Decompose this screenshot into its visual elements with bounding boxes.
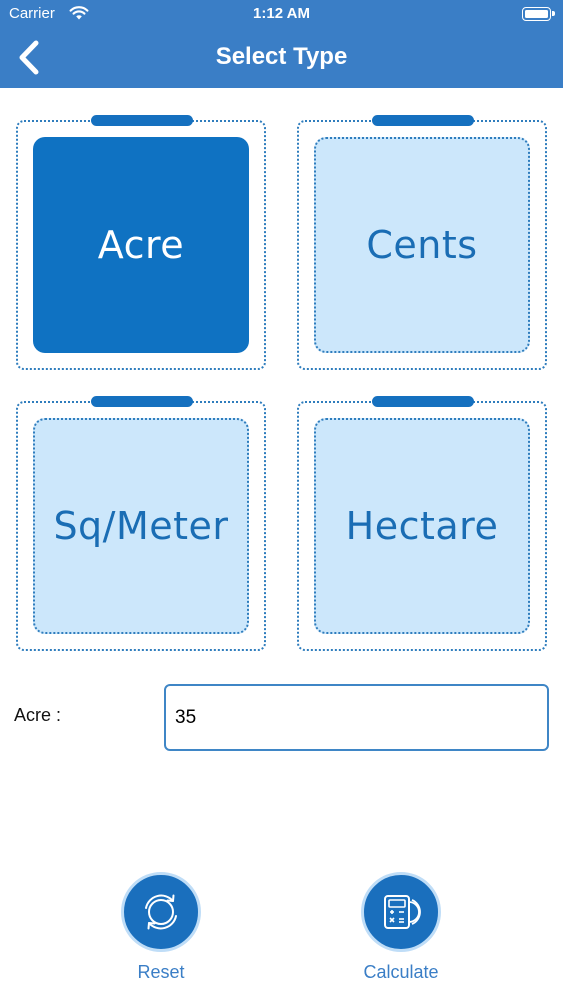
area-value-input[interactable] — [164, 684, 549, 751]
header: Carrier 1:12 AM Select Type — [0, 0, 563, 88]
reset-circle — [121, 872, 201, 952]
type-card-cents[interactable]: Cents — [297, 115, 547, 370]
nav-bar: Select Type — [0, 30, 563, 88]
type-card-sq-meter-face: Sq/Meter — [33, 418, 249, 634]
type-card-label: Sq/Meter — [53, 504, 229, 548]
card-clip — [91, 396, 193, 407]
type-card-label: Acre — [97, 223, 185, 267]
calculator-icon — [384, 895, 421, 929]
calculate-label: Calculate — [363, 962, 439, 982]
type-card-label: Cents — [366, 223, 478, 267]
type-card-hectare[interactable]: Hectare — [297, 396, 547, 651]
status-bar: Carrier 1:12 AM — [0, 0, 563, 30]
type-card-label: Hectare — [345, 504, 499, 548]
type-card-acre[interactable]: Acre — [16, 115, 266, 370]
type-card-hectare-face: Hectare — [314, 418, 530, 634]
type-card-sq-meter[interactable]: Sq/Meter — [16, 396, 266, 651]
calculate-circle — [361, 872, 441, 952]
card-clip — [91, 115, 193, 126]
reset-label: Reset — [137, 962, 185, 982]
status-time: 1:12 AM — [253, 5, 310, 22]
type-card-acre-face: Acre — [33, 137, 249, 353]
card-clip — [372, 115, 474, 126]
input-label: Acre : — [14, 705, 62, 725]
page-title: Select Type — [215, 43, 348, 70]
card-clip — [372, 396, 474, 407]
type-card-cents-face: Cents — [314, 137, 530, 353]
calculate-button[interactable]: Calculate — [351, 872, 451, 983]
reset-button[interactable]: Reset — [111, 872, 211, 983]
battery-icon — [522, 7, 555, 21]
refresh-icon — [145, 894, 177, 930]
